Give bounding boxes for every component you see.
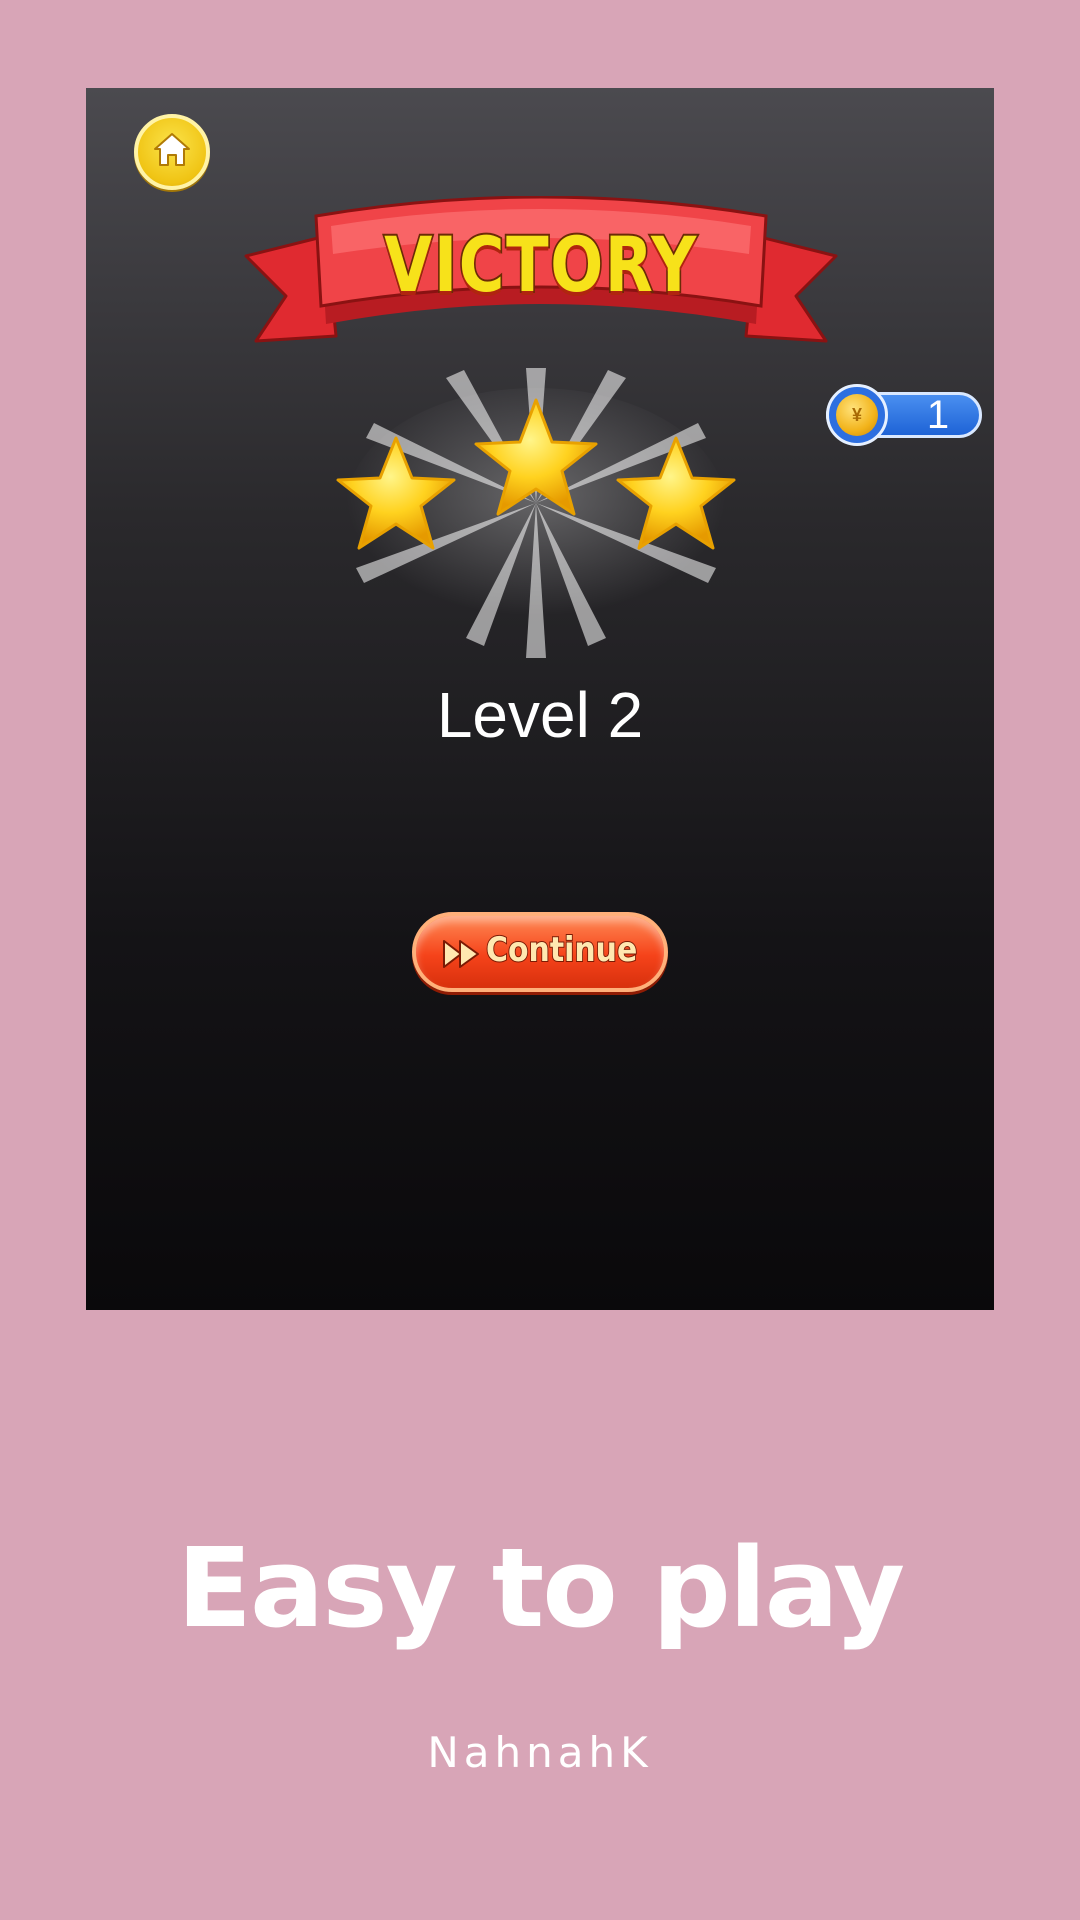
victory-banner: VICTORY [236,195,846,366]
coin-icon: ¥ [826,384,888,446]
continue-button[interactable]: Continue [412,912,668,992]
level-label: Level 2 [436,679,644,751]
fast-forward-icon [443,940,479,968]
game-screen: VICTORY ¥ 1 Level 2 Continue [86,88,994,1310]
developer-name: NahnahK [427,1728,653,1777]
promo-headline: Easy to play [176,1524,905,1652]
victory-title: VICTORY [382,218,698,311]
star-rating [336,368,736,658]
home-button[interactable] [134,114,210,190]
coin-count: 1 [926,393,950,437]
continue-label: Continue [485,929,638,971]
coin-symbol: ¥ [836,394,878,436]
home-icon [154,133,190,166]
